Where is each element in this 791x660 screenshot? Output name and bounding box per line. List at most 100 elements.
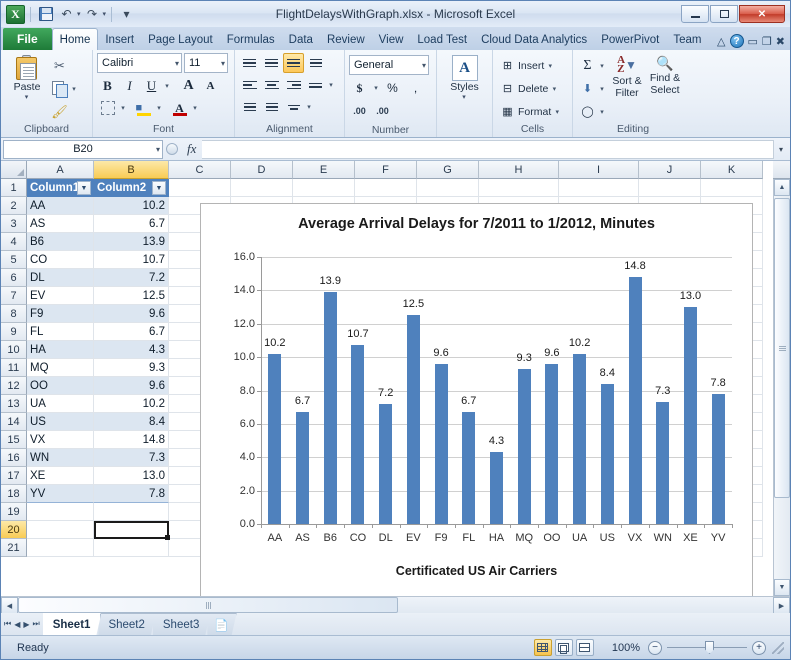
zoom-track[interactable] [667,641,747,654]
shrink-font-button[interactable]: A [200,76,221,96]
excel-logo-icon[interactable]: X [6,4,25,24]
insert-cells-button[interactable]: ⊞ Insert ▾ [497,55,563,76]
cell-a4[interactable]: B6 [27,233,94,251]
cell-a3[interactable]: AS [27,215,94,233]
align-middle-button[interactable] [261,53,282,73]
cell-e1[interactable] [293,179,355,197]
chart-bar[interactable] [545,363,559,524]
chart-bar[interactable] [462,412,476,524]
last-sheet-icon[interactable]: ⏭ [33,619,40,629]
column-header-h[interactable]: H [479,161,559,179]
chart-bar[interactable] [268,353,282,524]
normal-view-button[interactable] [533,639,552,656]
autosum-dropdown-icon[interactable]: ▾ [598,62,606,70]
borders-dropdown-icon[interactable]: ▾ [119,104,127,112]
currency-dropdown-icon[interactable]: ▾ [372,84,380,92]
restore-down-icon[interactable]: ❐ [762,35,772,48]
cell-a5[interactable]: CO [27,251,94,269]
scroll-left-button[interactable]: ◀ [1,597,18,613]
tab-cloud-data-analytics[interactable]: Cloud Data Analytics [474,29,594,50]
paste-button[interactable]: Paste ▾ [5,53,49,101]
merge-cells-button[interactable] [305,75,326,95]
tab-load-test[interactable]: Load Test [410,29,474,50]
row-header-9[interactable]: 9 [1,323,27,341]
column-header-a[interactable]: A [27,161,94,179]
row-header-16[interactable]: 16 [1,449,27,467]
cell-a20[interactable] [27,521,94,539]
row-header-13[interactable]: 13 [1,395,27,413]
column-header-k[interactable]: K [701,161,763,179]
cell-d1[interactable] [231,179,293,197]
horizontal-scrollbar[interactable]: ◀ ▶ [1,596,790,613]
chart-bar[interactable] [517,368,531,524]
cell-b17[interactable]: 13.0 [94,467,169,485]
currency-button[interactable]: $ [349,78,370,98]
row-header-1[interactable]: 1 [1,179,27,197]
row-header-11[interactable]: 11 [1,359,27,377]
chart-bar[interactable] [656,402,670,524]
close-button[interactable]: ✕ [739,5,785,23]
autosum-button[interactable]: Σ ▾ [577,55,608,76]
help-icon[interactable]: ? [729,34,744,48]
format-painter-button[interactable]: 🖌 [49,101,80,122]
fill-button[interactable]: ⬇ ▾ [577,78,608,99]
grow-font-button[interactable]: A [178,76,199,96]
formula-input[interactable] [202,139,774,159]
align-bottom-button[interactable] [283,53,304,73]
find-select-button[interactable]: 🔍 Find & Select [646,53,684,96]
percent-button[interactable]: % [382,78,403,98]
close-workbook-icon[interactable]: ✖ [776,35,785,48]
sheet-tab-sheet3[interactable]: Sheet3 [153,613,210,635]
minimize-button[interactable] [681,5,709,23]
scroll-up-button[interactable]: ▲ [774,179,790,196]
column-header-g[interactable]: G [417,161,479,179]
cell-styles-button[interactable]: A Styles ▾ [442,53,488,101]
cell-a10[interactable]: HA [27,341,94,359]
sheet-tab-sheet1[interactable]: Sheet1 [43,613,102,635]
cell-b19[interactable] [94,503,169,521]
maximize-button[interactable] [710,5,738,23]
scroll-down-button[interactable]: ▼ [774,579,790,596]
cell-b16[interactable]: 7.3 [94,449,169,467]
chart-bar[interactable] [628,277,642,524]
underline-dropdown-icon[interactable]: ▾ [163,82,171,90]
chart-object[interactable]: Average Arrival Delays for 7/2011 to 1/2… [200,203,753,596]
font-name-dropdown-icon[interactable]: ▾ [172,59,179,68]
align-left-button[interactable] [239,75,260,95]
scroll-right-button[interactable]: ▶ [773,597,790,613]
number-format-combo[interactable]: General ▾ [349,55,429,75]
cell-b18[interactable]: 7.8 [94,485,169,503]
chart-bar[interactable] [406,315,420,524]
clear-button[interactable]: ◯ ▾ [577,101,608,122]
tab-insert[interactable]: Insert [98,29,141,50]
cell-k1[interactable] [701,179,763,197]
align-right-button[interactable] [283,75,304,95]
row-header-4[interactable]: 4 [1,233,27,251]
chart-bar[interactable] [323,292,337,524]
new-sheet-icon[interactable]: 📄 [207,613,236,635]
column-header-i[interactable]: I [559,161,639,179]
format-cells-button[interactable]: ▦ Format ▾ [497,101,563,122]
cell-a16[interactable]: WN [27,449,94,467]
tab-page-layout[interactable]: Page Layout [141,29,220,50]
column-header-d[interactable]: D [231,161,293,179]
cell-b20[interactable] [94,521,169,539]
cell-a21[interactable] [27,539,94,557]
fill-color-dropdown-icon[interactable]: ▾ [155,104,163,112]
decrease-decimal-button[interactable]: .00 [372,101,393,121]
select-all-button[interactable] [1,161,27,179]
bold-button[interactable]: B [97,76,118,96]
row-header-7[interactable]: 7 [1,287,27,305]
page-layout-view-button[interactable] [554,639,573,656]
cell-h1[interactable] [479,179,559,197]
row-header-2[interactable]: 2 [1,197,27,215]
italic-button[interactable]: I [119,76,140,96]
cell-a1[interactable]: Column1 ▼ [27,179,94,197]
cell-a7[interactable]: EV [27,287,94,305]
clear-dropdown-icon[interactable]: ▾ [598,108,606,116]
tab-formulas[interactable]: Formulas [220,29,282,50]
tab-review[interactable]: Review [320,29,372,50]
tab-file[interactable]: File [3,28,52,50]
cell-b11[interactable]: 9.3 [94,359,169,377]
chart-bar[interactable] [600,383,614,524]
